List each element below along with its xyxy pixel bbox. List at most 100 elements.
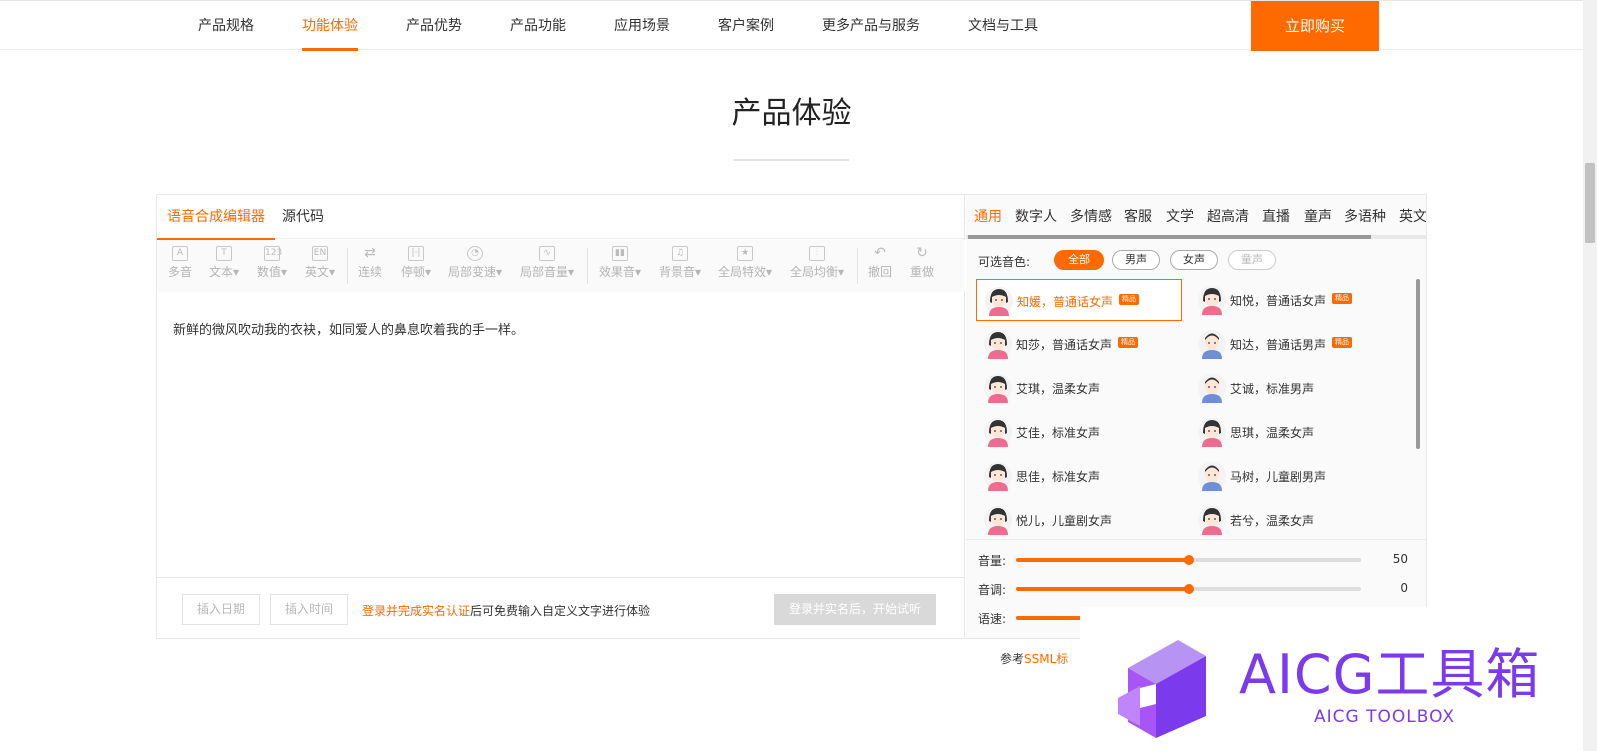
voice-list: 知媛，普通话女声 精品 知悦，普通话女声 精品 知莎，普通话女声 精品 知达，普通话男声 精品… — [966, 279, 1416, 537]
redo-icon: ↻ — [916, 245, 928, 261]
nav-item-docs[interactable]: 文档与工具 — [950, 1, 1056, 51]
voice-list-scrollbar[interactable] — [1416, 279, 1420, 449]
volume-label: 音量: — [978, 554, 1007, 568]
volume-knob[interactable] — [1183, 555, 1194, 565]
buy-now-button[interactable]: 立即购买 — [1251, 1, 1379, 51]
voice-name: 知悦，普通话女声 — [1230, 294, 1327, 308]
tool-label: 停顿▾ — [400, 265, 432, 279]
tool-undo[interactable]: ↶ 撤回 — [867, 246, 893, 280]
category-tab-general[interactable]: 通用 — [974, 195, 1002, 239]
tool-label: 英文▾ — [304, 265, 336, 279]
female-avatar-icon — [984, 462, 1012, 491]
toolbar-divider — [347, 248, 348, 284]
tool-label: 背景音▾ — [658, 265, 702, 279]
page-scroll-thumb[interactable] — [1585, 163, 1595, 243]
voice-item[interactable]: 知悦，普通话女声 精品 — [1190, 279, 1396, 321]
page-scrollbar[interactable] — [1583, 0, 1597, 751]
ssml-reference: 参考SSML标 — [1000, 650, 1068, 667]
tool-local-volume[interactable]: ∿ 局部音量▾ — [519, 246, 575, 280]
login-hint-text: 后可免费输入自定义文字进行体验 — [470, 604, 651, 618]
voice-category-tabs: 通用 数字人 多情感 客服 文学 超高清 直播 童声 多语种 英文 — [966, 195, 1426, 239]
category-scroll-thumb[interactable] — [968, 235, 1371, 239]
tool-local-speed[interactable]: ◔ 局部变速▾ — [447, 246, 503, 280]
tool-background-music[interactable]: ♫ 背景音▾ — [657, 246, 703, 280]
nav-item-specs[interactable]: 产品规格 — [180, 1, 272, 51]
filter-chip-all[interactable]: 全部 — [1054, 250, 1104, 270]
tool-global-effect[interactable]: ★ 全局特效▾ — [717, 246, 773, 280]
category-tab-emotion[interactable]: 多情感 — [1070, 195, 1112, 239]
pitch-value: 0 — [1400, 581, 1408, 595]
editor-footer: 插入日期 插入时间 登录并完成实名认证后可免费输入自定义文字进行体验 登录并实名… — [157, 577, 965, 638]
tool-polyphone[interactable]: A 多音 — [167, 246, 193, 280]
tool-label: 效果音▾ — [598, 265, 642, 279]
filter-chip-child[interactable]: 童声 — [1228, 250, 1276, 270]
pitch-knob[interactable] — [1183, 584, 1194, 594]
login-verify-link[interactable]: 登录并完成实名认证 — [362, 604, 470, 618]
category-tab-live[interactable]: 直播 — [1262, 195, 1290, 239]
editor-toolbar: A 多音 T 文本▾ 123 数值▾ EN 英文▾ ⇄ 连续 |·| 停顿▾ ◔… — [157, 240, 965, 292]
voice-item[interactable]: 思佳，标准女声 — [976, 455, 1182, 497]
tool-label: 全局特效▾ — [717, 265, 773, 279]
category-tab-multilingual[interactable]: 多语种 — [1344, 195, 1386, 239]
tool-number[interactable]: 123 数值▾ — [255, 246, 289, 280]
nav-item-features[interactable]: 产品功能 — [492, 1, 584, 51]
voice-name: 艾佳，标准女声 — [1016, 426, 1101, 440]
tool-pause[interactable]: |·| 停顿▾ — [399, 246, 433, 280]
tool-label: 撤回 — [867, 265, 892, 279]
category-tab-english[interactable]: 英文 — [1399, 195, 1426, 239]
polyphone-icon: A — [172, 246, 188, 261]
voice-item[interactable]: 知莎，普通话女声 精品 — [976, 323, 1182, 365]
filter-chip-female[interactable]: 女声 — [1170, 250, 1218, 270]
tab-tts-editor[interactable]: 语音合成编辑器 — [157, 195, 275, 240]
top-nav: 产品规格 功能体验 产品优势 产品功能 应用场景 客户案例 更多产品与服务 文档… — [0, 0, 1597, 51]
tool-global-equalizer[interactable]: ⫶ 全局均衡▾ — [789, 246, 845, 280]
voice-item[interactable]: 马树，儿童剧男声 — [1190, 455, 1396, 497]
tool-continuous[interactable]: ⇄ 连续 — [357, 246, 383, 280]
voice-item[interactable]: 知媛，普通话女声 精品 — [976, 279, 1182, 321]
editor-text-area[interactable]: 新鲜的微风吹动我的衣袂，如同爱人的鼻息吹着我的手一样。 — [173, 319, 524, 338]
voice-item[interactable]: 艾佳，标准女声 — [976, 411, 1182, 453]
voice-name: 悦儿，儿童剧女声 — [1016, 514, 1113, 528]
category-tab-service[interactable]: 客服 — [1124, 195, 1152, 239]
nav-item-scenarios[interactable]: 应用场景 — [596, 1, 688, 51]
voice-item[interactable]: 思琪，温柔女声 — [1190, 411, 1396, 453]
voice-item[interactable]: 知达，普通话男声 精品 — [1190, 323, 1396, 365]
female-avatar-icon — [1198, 286, 1226, 315]
tool-text[interactable]: T 文本▾ — [207, 246, 241, 280]
nav-item-experience[interactable]: 功能体验 — [284, 1, 376, 51]
tool-english[interactable]: EN 英文▾ — [303, 246, 337, 280]
category-tab-literature[interactable]: 文学 — [1166, 195, 1194, 239]
tab-source-code[interactable]: 源代码 — [282, 195, 324, 239]
volume-slider-row: 音量: 50 — [978, 550, 1418, 570]
voice-name: 知达，普通话男声 — [1230, 338, 1327, 352]
start-listen-button[interactable]: 登录并实名后，开始试听 — [774, 594, 936, 625]
voice-item[interactable]: 艾诚，标准男声 — [1190, 367, 1396, 409]
ssml-link[interactable]: SSML标 — [1024, 652, 1068, 666]
number-icon: 123 — [264, 246, 282, 261]
reference-prefix: 参考 — [1000, 652, 1025, 666]
tool-sound-effect[interactable]: ▮▮ 效果音▾ — [597, 246, 643, 280]
demo-panel: 语音合成编辑器 源代码 A 多音 T 文本▾ 123 数值▾ EN 英文▾ ⇄ — [156, 194, 1427, 639]
nav-item-advantages[interactable]: 产品优势 — [388, 1, 480, 51]
filter-chip-male[interactable]: 男声 — [1112, 250, 1160, 270]
tool-label: 多音 — [167, 265, 192, 279]
nav-item-cases[interactable]: 客户案例 — [700, 1, 792, 51]
volume-slider[interactable] — [1016, 555, 1361, 565]
voice-item[interactable]: 艾琪，温柔女声 — [976, 367, 1182, 409]
voice-item[interactable]: 若兮，温柔女声 — [1190, 499, 1396, 537]
tool-label: 数值▾ — [256, 265, 288, 279]
undo-icon: ↶ — [874, 245, 886, 261]
voice-item[interactable]: 悦儿，儿童剧女声 — [976, 499, 1182, 537]
insert-date-button[interactable]: 插入日期 — [182, 594, 260, 625]
continuous-icon: ⇄ — [364, 245, 376, 261]
female-avatar-icon — [1198, 418, 1226, 447]
category-tab-digital-human[interactable]: 数字人 — [1015, 195, 1057, 239]
volume-value: 50 — [1392, 552, 1408, 566]
nav-item-more[interactable]: 更多产品与服务 — [804, 1, 938, 51]
insert-time-button[interactable]: 插入时间 — [270, 594, 348, 625]
category-tab-ultra-hd[interactable]: 超高清 — [1207, 195, 1249, 239]
tool-redo[interactable]: ↻ 重做 — [909, 246, 935, 280]
category-tab-child[interactable]: 童声 — [1304, 195, 1332, 239]
pitch-slider[interactable] — [1016, 584, 1361, 594]
voice-name: 若兮，温柔女声 — [1230, 514, 1315, 528]
